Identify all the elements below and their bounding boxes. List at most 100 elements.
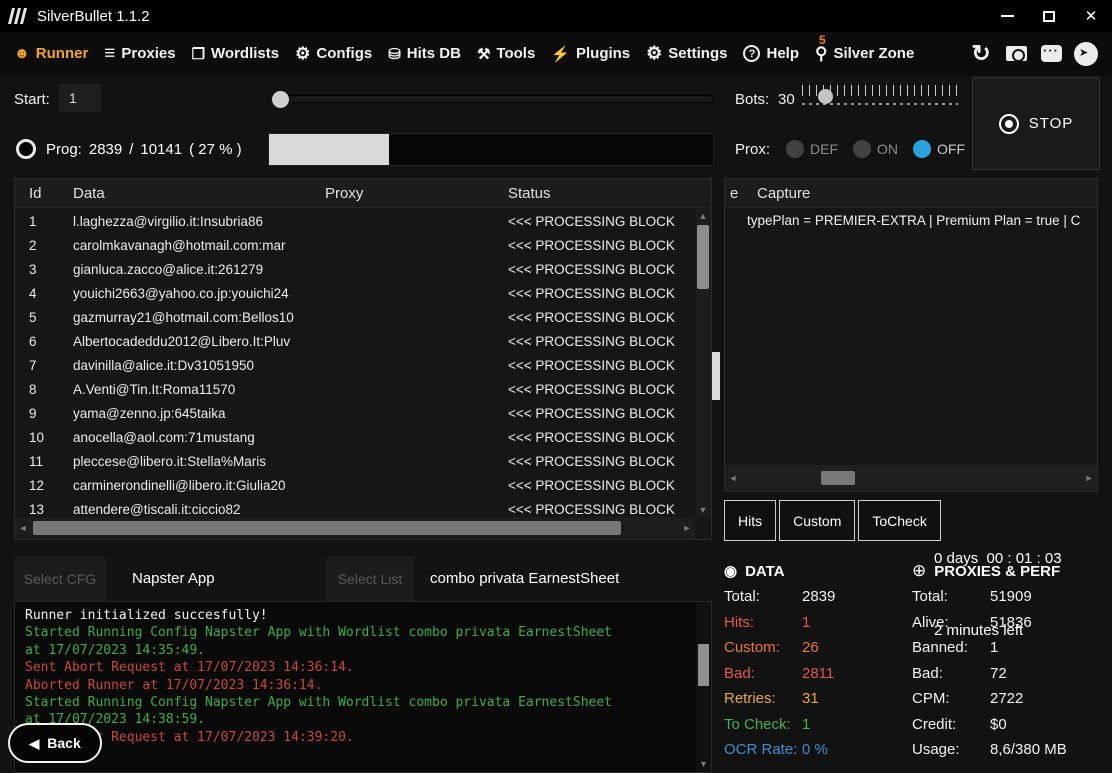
cell-id: 2 (15, 238, 59, 253)
stat-row: Hits: 1 (724, 610, 910, 636)
radio-dot (786, 140, 804, 158)
log-line: Aborted Runner at 17/07/2023 14:36:14. (25, 677, 625, 694)
splitter-handle[interactable] (712, 352, 720, 400)
capture-row[interactable]: typePlan = PREMIER-EXTRA | Premium Plan … (725, 208, 1097, 233)
log-scrollbar-thumb[interactable] (698, 644, 709, 686)
prox-def-radio[interactable]: DEF (786, 140, 838, 158)
stat-row: Bad: 72 (912, 661, 1112, 687)
history-icon[interactable] (967, 40, 995, 68)
capture-horizontal-scrollbar[interactable] (725, 465, 1097, 491)
back-button[interactable]: Back (8, 723, 102, 763)
cell-id: 6 (15, 334, 59, 349)
table-row[interactable]: 8 A.Venti@Tin.It:Roma11570 <<< PROCESSIN… (15, 377, 695, 401)
scroll-down-arrow[interactable] (696, 759, 711, 769)
progress-separator: / (129, 141, 133, 158)
table-body: 1 l.laghezza@virgilio.it:Insubria86 <<< … (15, 209, 695, 517)
back-button-label: Back (47, 735, 80, 751)
runner-icon (14, 45, 30, 62)
data-stats-section: DATA Total: 2839 Hits: 1 Custom: 26 (724, 558, 910, 763)
table-vertical-scrollbar[interactable] (695, 209, 711, 517)
log-scrollbar[interactable] (696, 602, 711, 772)
cell-id: 13 (15, 502, 59, 517)
table-row[interactable]: 2 carolmkavanagh@hotmail.com:mar <<< PRO… (15, 233, 695, 257)
table-row[interactable]: 3 gianluca.zacco@alice.it:261279 <<< PRO… (15, 257, 695, 281)
scroll-left-arrow[interactable] (15, 517, 31, 539)
stat-label: OCR Rate: (724, 741, 802, 758)
stat-value: 2811 (802, 665, 910, 682)
stat-value: 2839 (802, 588, 910, 605)
cell-data: carolmkavanagh@hotmail.com:mar (59, 238, 311, 253)
cell-status: <<< PROCESSING BLOCK (494, 238, 695, 253)
nav-item-label: Tools (496, 45, 535, 62)
titlebar: SilverBullet 1.1.2 (0, 0, 1112, 32)
stat-value: 26 (802, 639, 910, 656)
tools-icon (477, 45, 490, 63)
table-horizontal-scrollbar[interactable] (15, 517, 695, 539)
nav-item-tools[interactable]: Tools (469, 32, 543, 75)
nav-item-hits-db[interactable]: Hits DB (380, 32, 469, 75)
nav-items: Runner Proxies Wordlists Conf (6, 32, 922, 75)
progress-label: Prog: (46, 141, 82, 158)
scroll-up-arrow[interactable] (695, 209, 711, 223)
cell-id: 10 (15, 430, 59, 445)
select-cfg-button[interactable]: Select CFG (14, 556, 106, 601)
scroll-left-arrow[interactable] (725, 465, 741, 491)
stat-label: Usage: (912, 741, 990, 758)
slider-thumb[interactable] (272, 91, 289, 108)
table-row[interactable]: 4 youichi2663@yahoo.co.jp:youichi24 <<< … (15, 281, 695, 305)
start-input[interactable] (58, 83, 102, 113)
horizontal-scrollbar-thumb[interactable] (821, 471, 855, 485)
scroll-right-arrow[interactable] (1081, 465, 1097, 491)
stat-value: 51909 (990, 588, 1112, 605)
plugins-icon (551, 45, 570, 63)
minimize-icon (1001, 15, 1014, 17)
maximize-button[interactable] (1028, 0, 1070, 32)
stat-label: Total: (724, 588, 802, 605)
table-row[interactable]: 5 gazmurray21@hotmail.com:Bellos10 <<< P… (15, 305, 695, 329)
telegram-icon[interactable] (1072, 40, 1100, 68)
nav-item-label: Hits DB (407, 45, 461, 62)
cell-status: <<< PROCESSING BLOCK (494, 430, 695, 445)
horizontal-scrollbar-thumb[interactable] (33, 521, 621, 535)
nav-item-configs[interactable]: Configs (287, 32, 380, 75)
capture-column-partial: e (725, 185, 751, 202)
table-row[interactable]: 11 pleccese@libero.it:Stella%Maris <<< P… (15, 449, 695, 473)
cell-data: Albertocadeddu2012@Libero.It:Pluv (59, 334, 311, 349)
nav-item-silver-zone[interactable]: 5 Silver Zone (807, 32, 922, 75)
table-row[interactable]: 7 davinilla@alice.it:Dv31051950 <<< PROC… (15, 353, 695, 377)
table-row[interactable]: 9 yama@zenno.jp:645taika <<< PROCESSING … (15, 401, 695, 425)
nav-item-proxies[interactable]: Proxies (96, 32, 183, 75)
tab-tocheck[interactable]: ToCheck (858, 500, 940, 541)
minimize-button[interactable] (986, 0, 1028, 32)
progress-bar-fill (269, 134, 389, 165)
table-row[interactable]: 1 l.laghezza@virgilio.it:Insubria86 <<< … (15, 209, 695, 233)
bots-slider[interactable] (802, 85, 958, 110)
tab-hits[interactable]: Hits (724, 500, 776, 541)
table-row[interactable]: 10 anocella@aol.com:71mustang <<< PROCES… (15, 425, 695, 449)
prox-on-radio[interactable]: ON (853, 140, 898, 158)
chat-icon[interactable] (1037, 40, 1065, 68)
vertical-scrollbar-thumb[interactable] (697, 225, 709, 289)
position-slider[interactable] (268, 95, 714, 103)
select-list-button[interactable]: Select List (326, 556, 414, 601)
cell-data: attendere@tiscali.it:ciccio82 (59, 502, 311, 517)
database-icon (388, 45, 401, 63)
bots-slider-thumb[interactable] (818, 89, 833, 104)
table-row[interactable]: 12 carminerondinelli@libero.it:Giulia20 … (15, 473, 695, 497)
main-nav: Runner Proxies Wordlists Conf (0, 32, 1112, 75)
nav-item-help[interactable]: Help (735, 32, 807, 75)
camera-icon[interactable] (1002, 40, 1030, 68)
table-row[interactable]: 13 attendere@tiscali.it:ciccio82 <<< PRO… (15, 497, 695, 517)
nav-item-runner[interactable]: Runner (6, 32, 96, 75)
scroll-right-arrow[interactable] (679, 517, 695, 539)
close-button[interactable] (1070, 0, 1112, 32)
nav-item-wordlists[interactable]: Wordlists (184, 32, 288, 75)
stat-row: Total: 2839 (724, 584, 910, 610)
tab-custom[interactable]: Custom (779, 500, 855, 541)
prox-off-radio[interactable]: OFF (913, 140, 965, 158)
nav-item-plugins[interactable]: Plugins (543, 32, 638, 75)
scroll-down-arrow[interactable] (695, 503, 711, 517)
table-row[interactable]: 6 Albertocadeddu2012@Libero.It:Pluv <<< … (15, 329, 695, 353)
stop-button[interactable]: STOP (972, 77, 1100, 170)
nav-item-settings[interactable]: Settings (638, 32, 735, 75)
